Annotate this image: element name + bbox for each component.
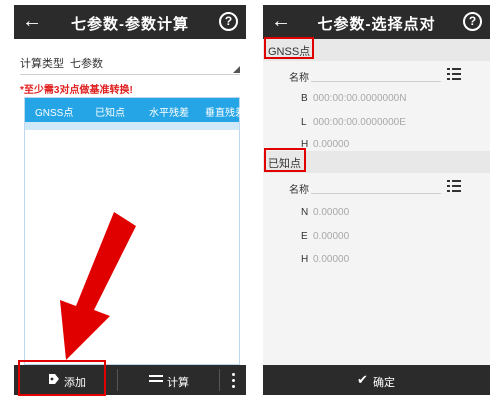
gnss-h-value: 0.00000 <box>313 139 350 150</box>
table-scroll-strip <box>25 122 239 130</box>
gnss-b-label: B <box>301 93 308 104</box>
known-n-label: N <box>301 207 309 218</box>
known-h-label: H <box>301 254 309 265</box>
gnss-section-header: GNSS点 <box>263 39 490 61</box>
calculate-label: 计算 <box>167 377 189 389</box>
confirm-label: 确定 <box>373 377 395 389</box>
known-name-input[interactable] <box>311 193 441 194</box>
gnss-name-label: 名称 <box>289 73 309 84</box>
known-n-value: 0.00000 <box>313 207 350 218</box>
tag-add-icon <box>49 374 59 384</box>
confirm-button[interactable]: ✔ 确定 <box>263 365 490 395</box>
column-vertical-residual: 垂直残差 <box>205 108 245 119</box>
known-e-row: E 0.00000 <box>263 225 490 249</box>
page-title: 七参数-参数计算 <box>71 16 189 33</box>
page-title: 七参数-选择点对 <box>317 16 436 33</box>
known-n-row: N 0.00000 <box>263 201 490 225</box>
gnss-l-row: L 000:00:00.0000000E <box>263 111 490 135</box>
bottom-toolbar: 添加 计算 <box>14 365 246 395</box>
known-e-label: E <box>301 231 308 242</box>
table-header: GNSS点 已知点 水平残差 垂直残差 <box>25 98 245 122</box>
gnss-l-value: 000:00:00.0000000E <box>313 117 406 128</box>
checkmark-icon: ✔ <box>357 372 368 387</box>
toolbar-divider <box>219 369 220 391</box>
list-select-icon[interactable] <box>447 68 461 80</box>
known-h-value: 0.00000 <box>313 254 350 265</box>
calc-type-select[interactable]: 计算类型 七参数 <box>20 49 240 75</box>
known-e-value: 0.00000 <box>313 231 350 242</box>
gnss-section-title: GNSS点 <box>268 46 311 58</box>
menu-lines-icon <box>149 375 163 384</box>
gnss-b-row: B 000:00:00.0000000N <box>263 87 490 111</box>
title-bar: ← 七参数-选择点对 ? <box>263 5 490 39</box>
column-known: 已知点 <box>95 108 125 119</box>
gnss-b-value: 000:00:00.0000000N <box>313 93 407 104</box>
red-pointer-arrow-icon <box>60 212 136 360</box>
add-button[interactable]: 添加 <box>20 370 110 390</box>
calculate-button[interactable]: 计算 <box>129 370 209 390</box>
known-section-title: 已知点 <box>268 158 301 170</box>
toolbar-divider <box>117 369 118 391</box>
select-point-pair-screen: ← 七参数-选择点对 ? GNSS点 名称 B 000:00:00.000000… <box>263 5 490 395</box>
dropdown-corner-icon <box>233 66 240 73</box>
calc-type-value: 七参数 <box>70 58 103 70</box>
known-name-row[interactable]: 名称 <box>263 175 490 199</box>
known-h-row: H 0.00000 <box>263 248 490 272</box>
calc-type-label: 计算类型 <box>20 58 64 70</box>
title-bar: ← 七参数-参数计算 ? <box>14 5 246 39</box>
column-gnss: GNSS点 <box>35 108 74 119</box>
help-icon[interactable]: ? <box>463 12 482 31</box>
gnss-name-row[interactable]: 名称 <box>263 63 490 87</box>
more-button[interactable] <box>224 369 244 391</box>
min-points-warning: *至少需3对点做基准转换! <box>20 85 133 96</box>
gnss-h-label: H <box>301 139 309 150</box>
known-name-label: 名称 <box>289 185 309 196</box>
gnss-name-input[interactable] <box>311 81 441 82</box>
list-select-icon[interactable] <box>447 180 461 192</box>
gnss-l-label: L <box>301 117 307 128</box>
known-section-header: 已知点 <box>263 151 490 173</box>
add-label: 添加 <box>64 377 86 389</box>
help-icon[interactable]: ? <box>219 12 238 31</box>
column-horizontal-residual: 水平残差 <box>149 108 189 119</box>
